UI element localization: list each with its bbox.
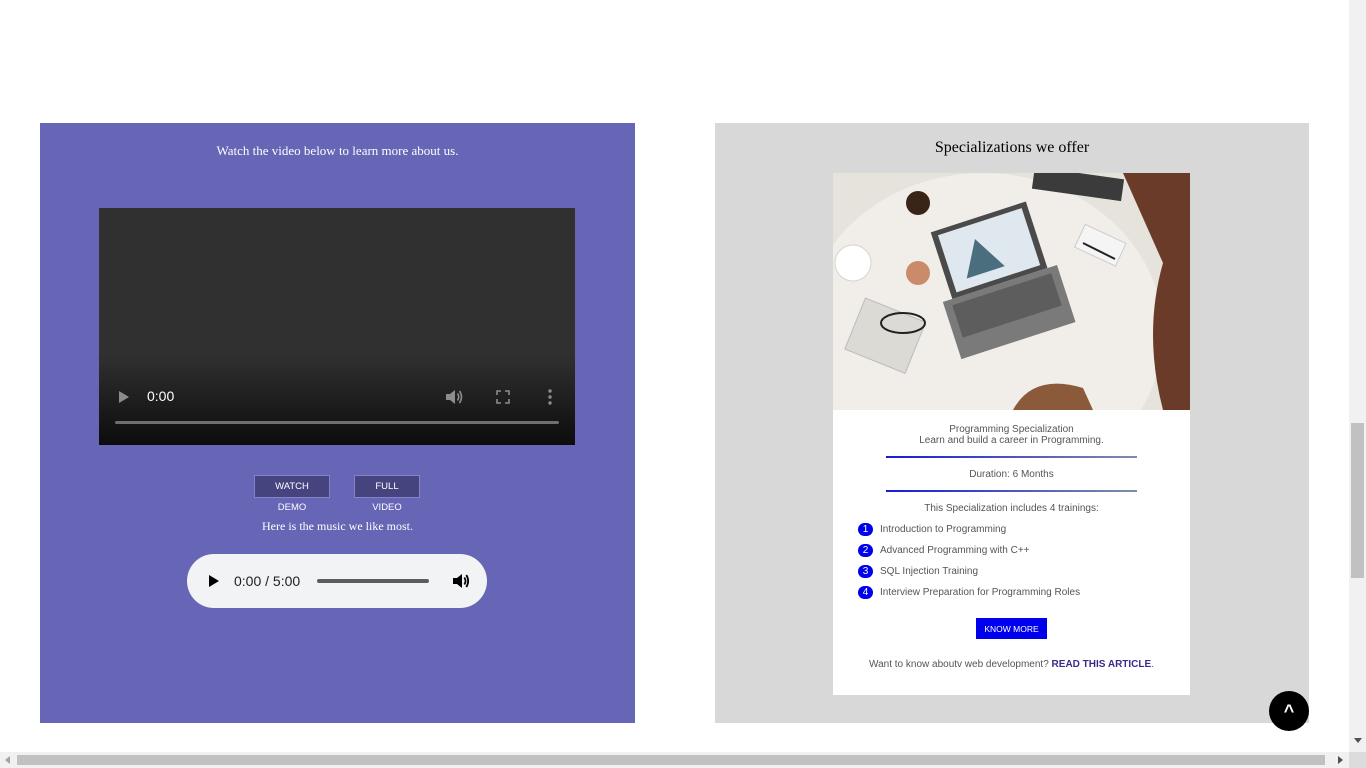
workspace-photo-illustration [833,173,1190,410]
video-progress-bar[interactable] [115,421,559,424]
includes-text: This Specialization includes 4 trainings… [924,503,1099,514]
more-options-icon[interactable] [548,388,552,406]
scroll-left-arrow-icon[interactable] [5,756,10,764]
training-label: Introduction to Programming [880,524,1007,535]
play-icon[interactable] [119,391,129,403]
number-badge: 1 [858,523,873,536]
full-video-button[interactable]: FULL VIDEO [354,475,420,513]
list-item: 1 Introduction to Programming [858,523,1178,544]
training-label: Advanced Programming with C++ [880,545,1030,556]
specializations-title: Specializations we offer [934,139,1090,156]
audio-player[interactable]: 0:00 / 5:00 [187,554,487,608]
music-intro-text: Here is the music we like most. [262,519,413,533]
vertical-scroll-thumb[interactable] [1351,423,1364,578]
specialization-card: Programming Specialization Learn and bui… [833,173,1190,695]
card-title: Programming Specialization [949,424,1074,435]
divider [886,456,1137,458]
vertical-scrollbar[interactable] [1349,0,1366,752]
video-section: Watch the video below to learn more abou… [40,123,635,723]
video-intro-text: Watch the video below to learn more abou… [216,143,459,158]
card-subtitle: Learn and build a career in Programming. [919,435,1104,446]
volume-icon[interactable] [445,389,463,405]
specializations-section: Specializations we offer Programming Spe… [715,123,1309,723]
audio-play-icon[interactable] [209,575,219,587]
fullscreen-icon[interactable] [496,390,510,404]
scrollbar-corner [1349,752,1366,768]
horizontal-scrollbar[interactable] [0,752,1349,768]
video-time: 0:00 [147,388,175,404]
watch-demo-button[interactable]: WATCH DEMO [254,475,330,513]
number-badge: 4 [858,586,873,599]
training-label: SQL Injection Training [880,566,979,577]
duration-text: Duration: 6 Months [969,469,1054,480]
back-to-top-button[interactable]: ^ [1269,691,1309,731]
know-more-button[interactable]: KNOW MORE [976,618,1047,639]
training-list: 1 Introduction to Programming 2 Advanced… [858,523,1178,607]
number-badge: 3 [858,565,873,578]
audio-time: 0:00 / 5:00 [234,573,301,589]
divider [886,490,1137,492]
video-player[interactable]: 0:00 [99,208,575,445]
read-article-link[interactable]: READ THIS ARTICLE [1052,659,1152,670]
horizontal-scroll-thumb[interactable] [17,755,1325,765]
article-suffix: . [1151,659,1154,670]
list-item: 4 Interview Preparation for Programming … [858,586,1178,607]
scroll-down-arrow-icon[interactable] [1354,738,1362,743]
list-item: 3 SQL Injection Training [858,565,1178,586]
list-item: 2 Advanced Programming with C++ [858,544,1178,565]
workspace-photo [833,173,1190,410]
video-controls: 0:00 [99,386,575,408]
audio-volume-icon[interactable] [452,572,470,590]
article-prefix: Want to know aboutv web development? [869,659,1049,670]
audio-progress-bar[interactable] [317,579,429,583]
number-badge: 2 [858,544,873,557]
article-line: Want to know aboutv web development? REA… [833,659,1190,670]
training-label: Interview Preparation for Programming Ro… [880,587,1081,598]
scroll-right-arrow-icon[interactable] [1338,756,1343,764]
